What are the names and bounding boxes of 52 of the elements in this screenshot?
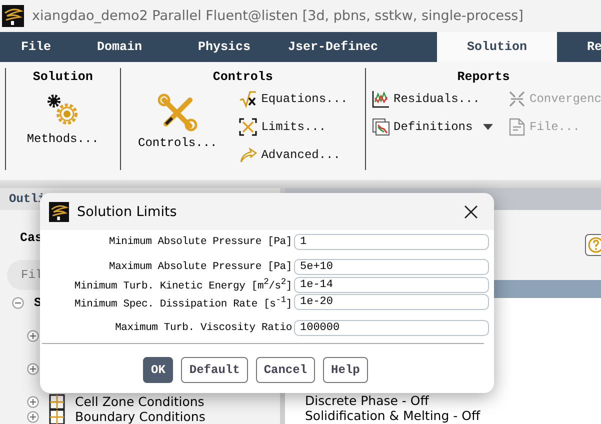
tree-item[interactable]: Boundary Conditions [75, 409, 206, 424]
input-field[interactable]: 1e-20 [294, 294, 489, 310]
dialog-button[interactable]: Cancel [256, 356, 316, 382]
tree-item[interactable]: Cell Zone Conditions [75, 394, 204, 409]
expand-icon[interactable] [27, 410, 39, 422]
dialog-button[interactable]: Help [323, 356, 368, 382]
ribbon-button[interactable]: Residuals... [372, 88, 502, 110]
menu-tab[interactable]: Physics [198, 32, 288, 62]
field-label: Minimum Spec. Dissipation Rate [s$^{-1}$] [73, 294, 292, 310]
controls-button[interactable]: Controls... [138, 92, 218, 150]
field-label: Minimum Absolute Pressure [Pa] [108, 236, 292, 248]
input-field[interactable]: 1e-14 [294, 276, 489, 293]
input-field[interactable]: 1 [294, 234, 489, 250]
ribbon-button[interactable]: Limits... [239, 116, 348, 138]
menu-tab[interactable]: Domain [97, 32, 198, 62]
menu-tab[interactable]: File [0, 32, 97, 62]
status-line: Discrete Phase - Off [305, 393, 429, 408]
dialog-button[interactable]: Default [181, 356, 248, 382]
wrench-screwdriver-icon [158, 92, 198, 132]
curved-arrow-icon [239, 146, 258, 164]
grid-icon [49, 408, 65, 424]
converging-arrows-icon [508, 90, 526, 108]
square-root-icon [239, 90, 258, 108]
group-title: Reports [457, 70, 510, 84]
group-title: Solution [32, 70, 93, 84]
input-field[interactable]: 5e+10 [294, 259, 489, 276]
window-title: xiangdao_demo2 Parallel Fluent@listen [3d, pbns, sstkw, single-process] [32, 8, 524, 24]
collapse-icon[interactable] [12, 297, 24, 309]
field-label: Minimum Turb. Kinetic Energy [m$^{2}$/s$^{2}$] [73, 277, 292, 292]
dialog-title: Solution Limits [77, 204, 178, 220]
help-icon[interactable] [585, 234, 601, 256]
field-label: Maximum Absolute Pressure [Pa] [108, 261, 292, 274]
expand-icon[interactable] [27, 362, 39, 374]
expand-icon[interactable] [27, 330, 39, 342]
close-button[interactable] [464, 204, 478, 218]
expand-arrows-icon [239, 118, 258, 136]
field-label: Maximum Turb. Viscosity Ratio [114, 322, 292, 334]
ribbon-button[interactable]: Advanced... [239, 144, 348, 166]
group-title: Controls [212, 70, 273, 84]
menu-tab[interactable]: Jser-Definec [288, 32, 437, 62]
ribbon-button[interactable]: Equations... [239, 88, 348, 110]
status-line: Solidification & Melting - Off [305, 408, 480, 423]
documents-icon [372, 118, 390, 136]
app-logo-icon [49, 202, 69, 222]
menu-tab[interactable]: Solution [437, 32, 557, 62]
input-field[interactable]: 100000 [294, 320, 489, 336]
file-icon [508, 118, 526, 136]
dialog-button[interactable]: OK [143, 356, 174, 382]
line-chart-icon [372, 90, 390, 108]
ribbon-button[interactable]: Definitions [372, 116, 502, 138]
expand-icon[interactable] [27, 396, 39, 408]
methods-button[interactable]: Methods... [26, 92, 99, 146]
